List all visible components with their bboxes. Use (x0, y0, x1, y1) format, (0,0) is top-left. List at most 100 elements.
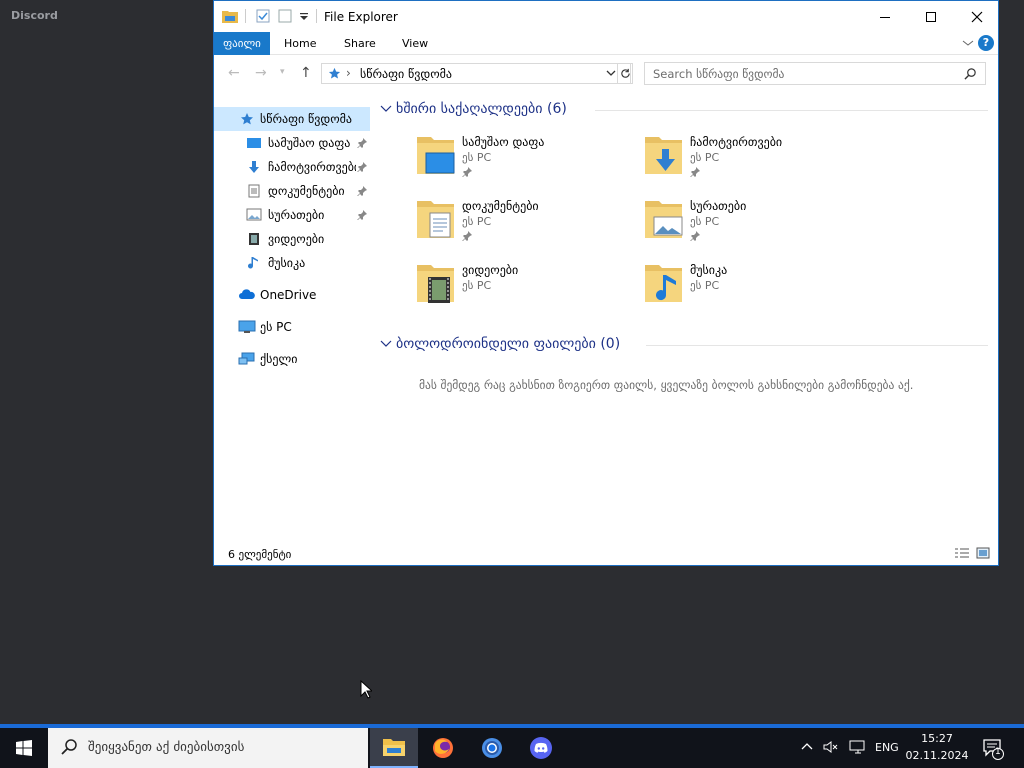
breadcrumb[interactable]: სწრაფი წვდომა (360, 67, 452, 81)
search-icon[interactable] (964, 67, 977, 83)
group-divider (595, 110, 988, 111)
breadcrumb-separator-icon: › (346, 66, 351, 80)
network-status-icon[interactable] (849, 740, 867, 757)
ribbon-tabs: ფაილი Home Share View ? (214, 32, 998, 55)
folder-tile-videos[interactable]: ვიდეოები ეს PC (416, 261, 636, 317)
folder-name: მუსიკა (690, 263, 728, 277)
folder-name: სურათები (690, 199, 747, 213)
folder-name: დოკუმენტები (462, 199, 539, 213)
window-title: File Explorer (324, 10, 398, 24)
folder-name: ჩამოტვირთვები (690, 135, 783, 149)
sidebar-item-network[interactable]: ქსელი (214, 347, 370, 371)
new-folder-icon[interactable] (278, 9, 292, 26)
sidebar-item-videos[interactable]: ვიდეოები (214, 227, 370, 251)
sidebar-item-desktop[interactable]: სამუშაო დაფა (214, 131, 370, 155)
file-explorer-window: File Explorer ფაილი Home Share View ? ← … (213, 0, 999, 566)
sidebar-item-downloads[interactable]: ჩამოტვირთვები (214, 155, 370, 179)
tab-file[interactable]: ფაილი (214, 32, 270, 55)
show-hidden-icons-icon[interactable] (800, 740, 814, 757)
tab-view[interactable]: View (392, 32, 438, 55)
search-input[interactable]: Search სწრაფი წვდომა (644, 62, 986, 85)
large-icons-view-icon[interactable] (976, 547, 990, 562)
qa-separator (245, 9, 246, 23)
sidebar-item-label: სურათები (268, 208, 325, 222)
folder-tile-music[interactable]: მუსიკა ეს PC (644, 261, 864, 317)
sidebar-item-onedrive[interactable]: OneDrive (214, 283, 370, 307)
sidebar-item-documents[interactable]: დოკუმენტები (214, 179, 370, 203)
sidebar-item-label: OneDrive (260, 288, 317, 302)
expand-ribbon-icon[interactable] (962, 37, 974, 51)
forward-icon[interactable]: → (255, 65, 267, 81)
navigation-pane: სწრაფი წვდომა სამუშაო დაფა ჩამოტვირთვები (214, 104, 374, 524)
address-bar[interactable]: › სწრაფი წვდომა (321, 63, 631, 84)
navigation-bar: ← → ▾ ↑ › სწრაფი წვდომა Search სწრაფი წვ… (214, 57, 998, 89)
notification-center-icon[interactable]: 1 (982, 738, 1004, 760)
help-button[interactable]: ? (978, 35, 994, 51)
folder-tile-documents[interactable]: დოკუმენტები ეს PC (416, 197, 636, 253)
start-button[interactable] (0, 728, 48, 768)
folder-tile-downloads[interactable]: ჩამოტვირთვები ეს PC (644, 133, 864, 189)
group-title: ხშირი საქაღალდეები (6) (396, 101, 567, 117)
sidebar-item-quick-access[interactable]: სწრაფი წვდომა (214, 107, 370, 131)
pin-icon (357, 161, 367, 175)
address-dropdown-icon[interactable] (605, 67, 617, 82)
folder-tile-desktop[interactable]: სამუშაო დაფა ეს PC (416, 133, 636, 189)
taskbar-discord[interactable] (517, 728, 565, 768)
sidebar-item-label: სწრაფი წვდომა (260, 112, 353, 126)
discord-title: Discord (11, 9, 58, 22)
sidebar-item-label: სამუშაო დაფა (268, 136, 351, 150)
volume-muted-icon[interactable] (823, 740, 839, 757)
minimize-button[interactable] (862, 1, 908, 32)
back-icon[interactable]: ← (228, 65, 240, 81)
music-folder-icon (644, 261, 684, 308)
tab-home[interactable]: Home (274, 32, 326, 55)
folder-name: ვიდეოები (462, 263, 519, 277)
folder-location: ეს PC (462, 279, 492, 292)
sidebar-item-label: ქსელი (260, 352, 298, 366)
language-indicator[interactable]: ENG (875, 741, 899, 754)
videos-folder-icon (416, 261, 456, 308)
pin-icon (357, 185, 367, 199)
group-title: ბოლოდროინდელი ფაილები (0) (396, 336, 621, 352)
sidebar-item-pictures[interactable]: სურათები (214, 203, 370, 227)
empty-recent-message: მას შემდეგ რაც გახსნით ზოგიერთ ფაილს, ყვ… (419, 378, 914, 392)
taskbar-chrome[interactable] (468, 728, 516, 768)
title-bar[interactable]: File Explorer (214, 1, 998, 32)
taskbar-search-box[interactable]: შეიყვანეთ აქ ძიებისთვის (48, 728, 368, 768)
recent-files-header[interactable]: ბოლოდროინდელი ფაილები (0) (380, 336, 620, 352)
chrome-icon (482, 738, 502, 758)
close-button[interactable] (954, 1, 1000, 32)
details-view-icon[interactable] (954, 547, 970, 562)
refresh-button[interactable] (617, 63, 633, 84)
taskbar-search-placeholder: შეიყვანეთ აქ ძიებისთვის (88, 740, 245, 755)
taskbar-firefox[interactable] (419, 728, 467, 768)
collapse-chevron-icon (380, 105, 392, 112)
sidebar-item-music[interactable]: მუსიკა (214, 251, 370, 275)
folder-location: ეს PC (462, 151, 492, 164)
clock-time[interactable]: 15:27 (904, 732, 970, 745)
recent-locations-icon[interactable]: ▾ (280, 67, 285, 77)
pin-icon (462, 230, 472, 244)
clock-date[interactable]: 02.11.2024 (904, 749, 970, 762)
taskbar: შეიყვანეთ აქ ძიებისთვის ENG 15:27 02.11.… (0, 724, 1024, 768)
tab-share[interactable]: Share (334, 32, 386, 55)
file-explorer-icon (383, 739, 405, 756)
video-icon (248, 232, 260, 249)
sidebar-item-label: მუსიკა (268, 256, 306, 270)
collapse-chevron-icon (380, 340, 392, 347)
customize-qa-dropdown-icon[interactable] (299, 11, 309, 25)
music-icon (248, 256, 260, 273)
frequent-folders-header[interactable]: ხშირი საქაღალდეები (6) (380, 101, 567, 117)
sidebar-item-label: ვიდეოები (268, 232, 325, 246)
properties-icon[interactable] (256, 9, 270, 26)
taskbar-file-explorer[interactable] (370, 728, 418, 768)
up-icon[interactable]: ↑ (300, 65, 312, 81)
pin-icon (462, 166, 472, 180)
title-separator (316, 9, 317, 23)
quick-access-star-icon (328, 67, 341, 83)
sidebar-item-this-pc[interactable]: ეს PC (214, 315, 370, 339)
folder-tile-pictures[interactable]: სურათები ეს PC (644, 197, 864, 253)
maximize-button[interactable] (908, 1, 954, 32)
minimize-icon (880, 16, 890, 18)
computer-icon (238, 320, 256, 337)
